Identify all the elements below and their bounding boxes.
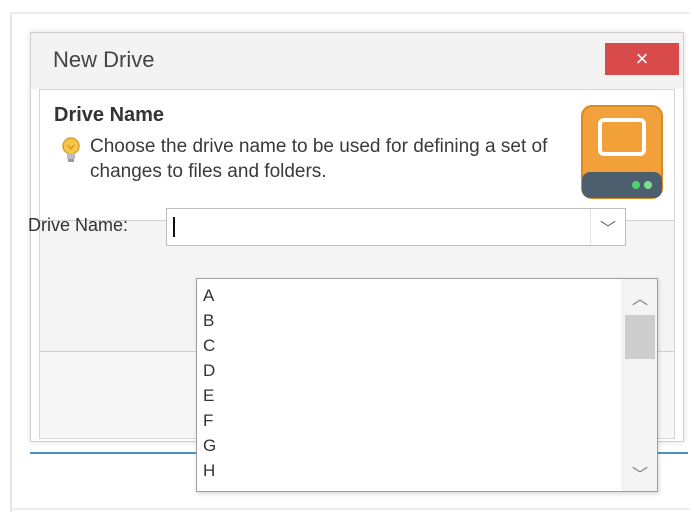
lightbulb-icon [62, 137, 80, 162]
dropdown-option-b[interactable]: B [203, 308, 214, 333]
dropdown-option-e[interactable]: E [203, 383, 214, 408]
dropdown-option-a[interactable]: A [203, 283, 214, 308]
dropdown-option-c[interactable]: C [203, 333, 215, 358]
dropdown-option-h[interactable]: H [203, 458, 215, 483]
drive-icon [581, 105, 663, 199]
dropdown-option-d[interactable]: D [203, 358, 215, 383]
drive-name-dropdown[interactable]: A B C D E F G H ︿ ﹀ [196, 278, 658, 492]
section-title: Drive Name [54, 104, 165, 126]
dropdown-scrollbar[interactable]: ︿ ﹀ [622, 279, 657, 491]
background-window-edge [10, 12, 12, 512]
scrollbar-thumb[interactable] [625, 315, 655, 359]
background-window-top-edge [10, 12, 690, 14]
chevron-up-icon[interactable]: ︿ [623, 283, 657, 311]
dialog-titlebar[interactable]: New Drive × [31, 33, 683, 89]
chevron-down-icon[interactable]: ﹀ [623, 459, 657, 487]
background-window-bottom-edge [10, 508, 690, 510]
text-caret [173, 217, 175, 237]
dialog-title: New Drive [53, 47, 155, 72]
section-description: Choose the drive name to be used for def… [90, 136, 548, 182]
header-panel: Drive Name Choose the drive name to be u… [39, 89, 675, 221]
chevron-down-icon[interactable]: ﹀ [590, 209, 625, 245]
dropdown-option-f[interactable]: F [203, 408, 213, 433]
drive-name-label: Drive Name: [28, 215, 129, 235]
close-button[interactable]: × [605, 43, 679, 75]
close-icon: × [635, 46, 649, 71]
dropdown-option-g[interactable]: G [203, 433, 216, 458]
drive-name-input[interactable] [169, 211, 595, 245]
drive-name-combobox[interactable]: ﹀ [166, 208, 626, 246]
